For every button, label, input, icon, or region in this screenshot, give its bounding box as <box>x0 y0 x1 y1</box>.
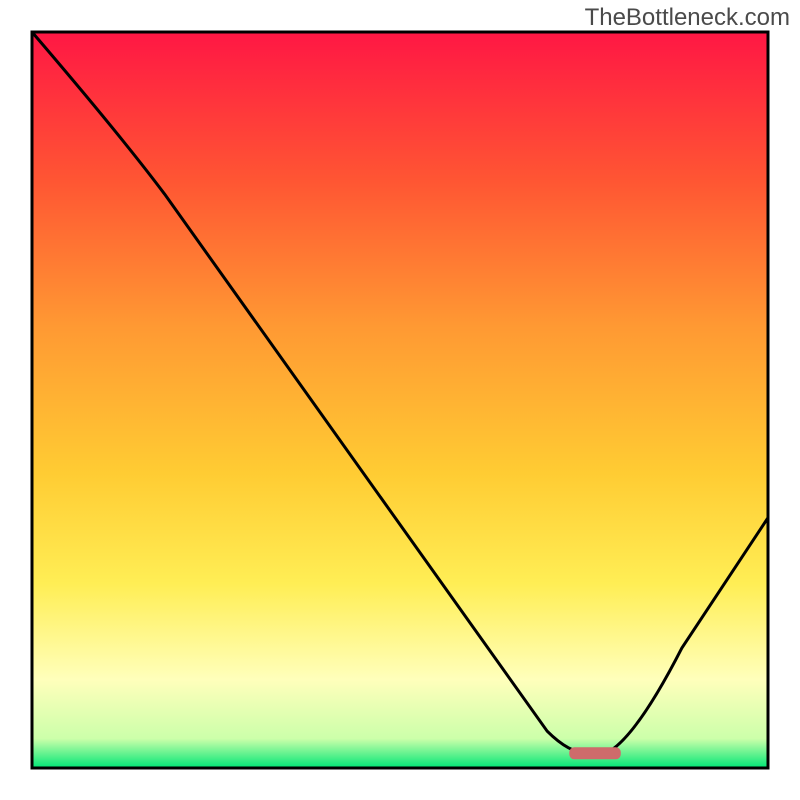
watermark-text: TheBottleneck.com <box>585 4 790 32</box>
plot-background <box>32 32 768 768</box>
bottleneck-chart: TheBottleneck.com <box>0 0 800 800</box>
chart-svg <box>0 0 800 800</box>
optimal-marker <box>569 747 621 759</box>
